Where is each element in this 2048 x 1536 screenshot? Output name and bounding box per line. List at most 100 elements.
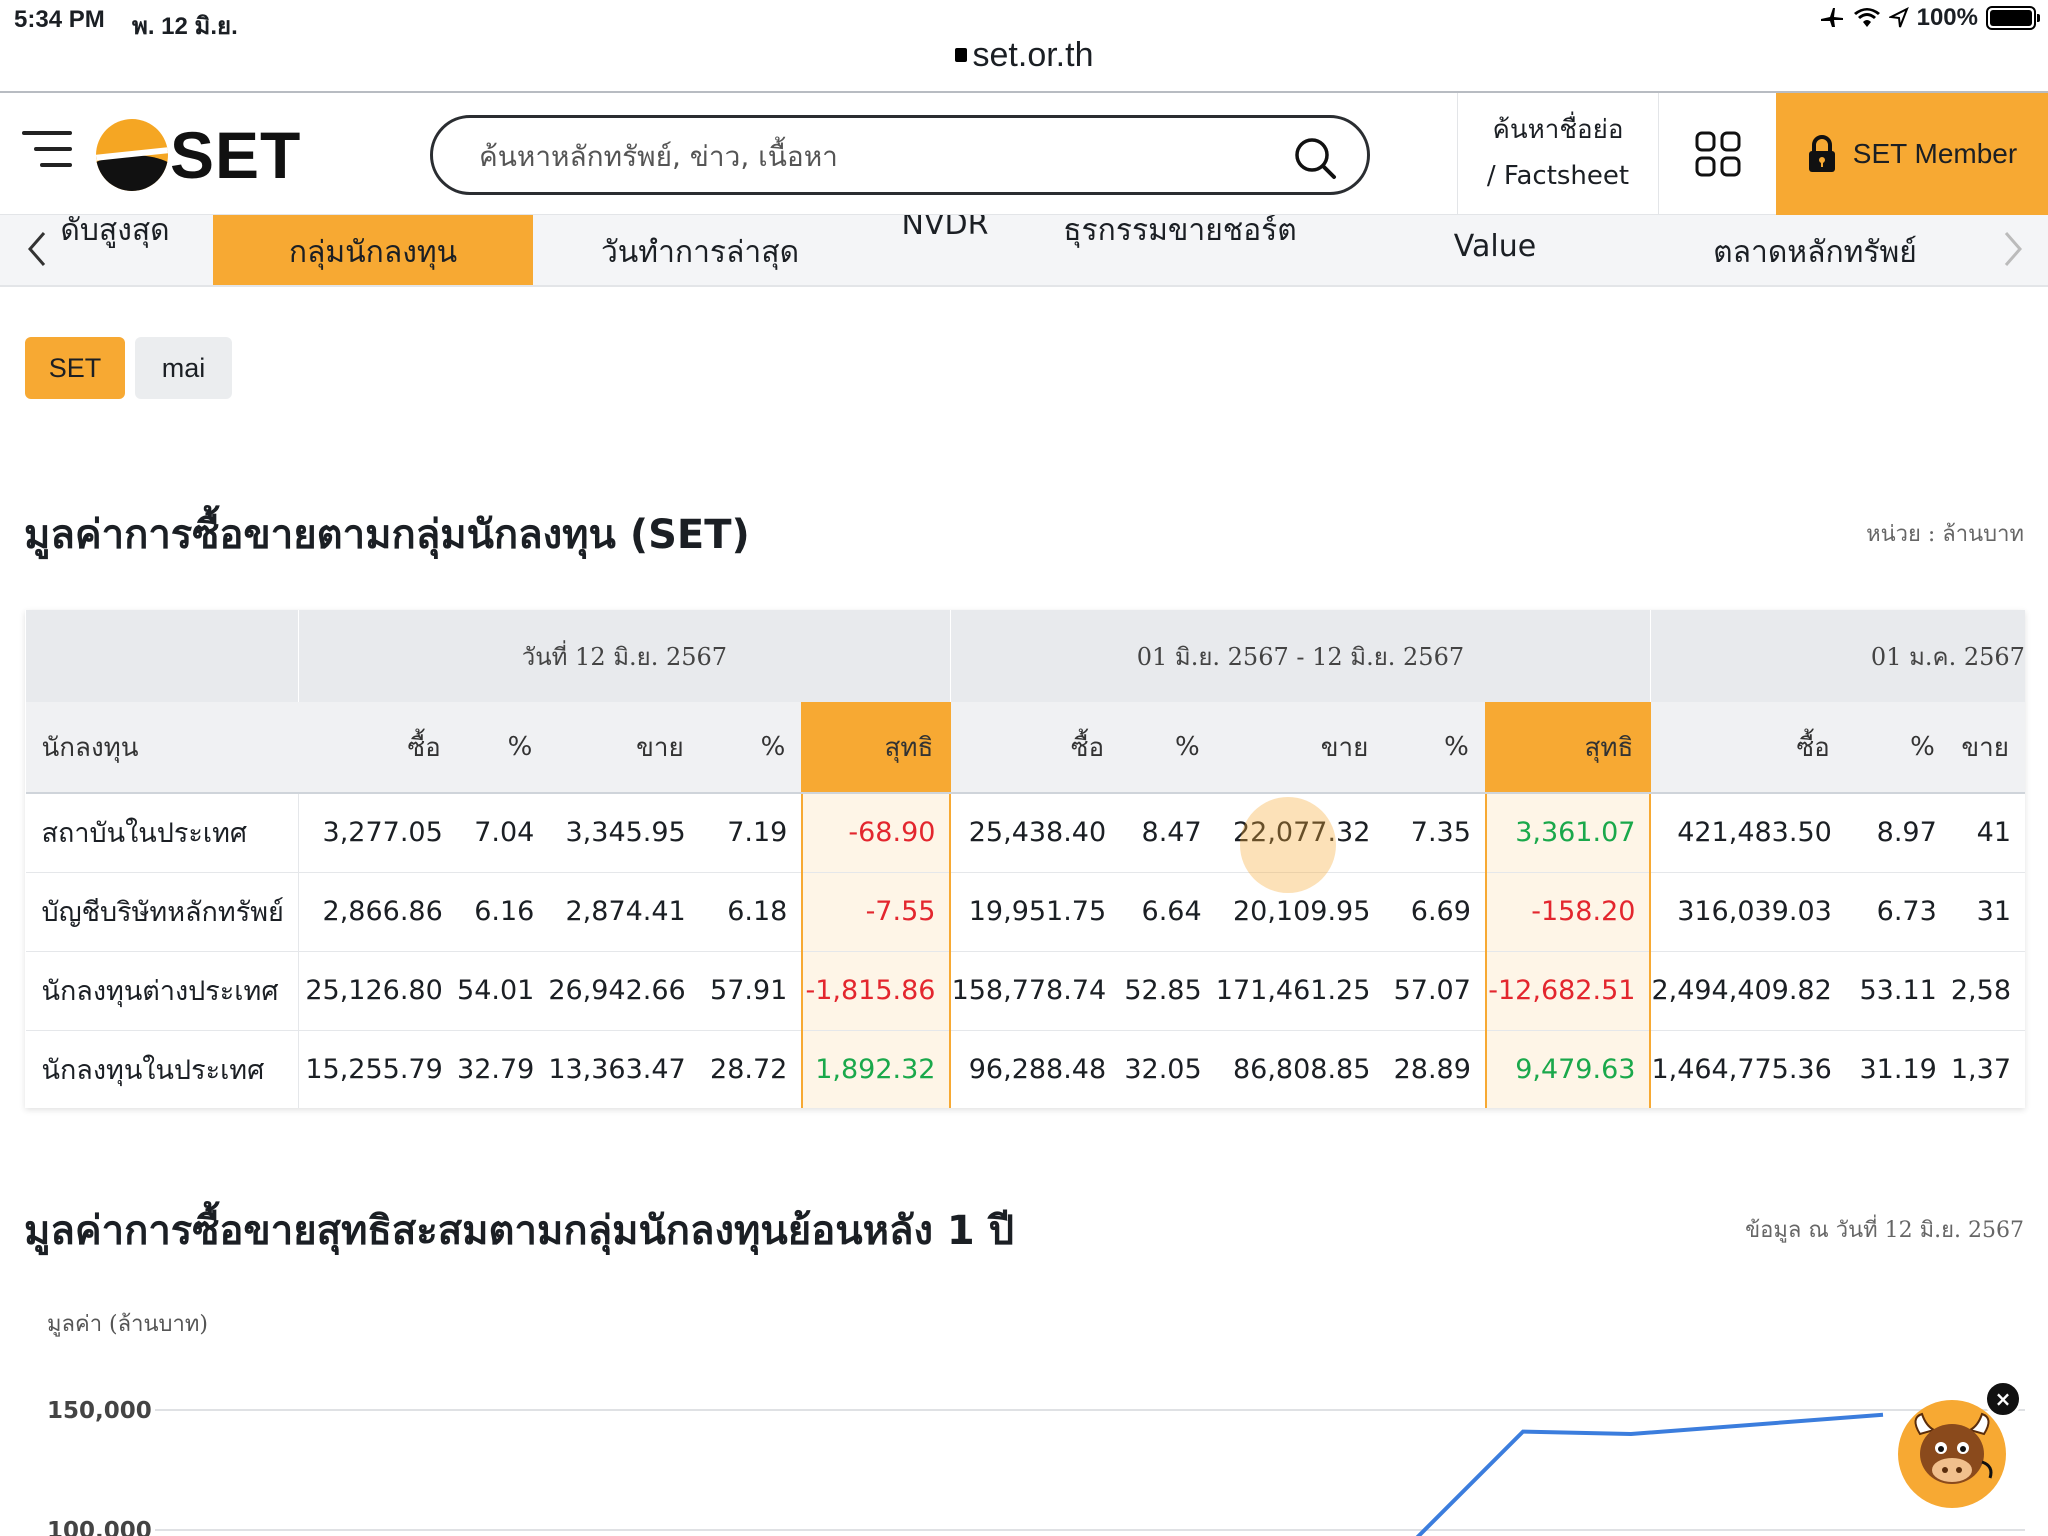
factsheet-line2: / Factsheet <box>1486 161 1630 191</box>
tab-latest-day[interactable]: วันทำการล่าสุด <box>560 215 840 285</box>
tab-label: NVDR <box>901 215 989 242</box>
url-bar[interactable]: set.or.th <box>0 36 2048 92</box>
value-cell: 6.73 <box>1845 872 1951 952</box>
value-cell: 57.91 <box>699 951 803 1031</box>
value-cell: 54.01 <box>456 951 549 1031</box>
lock-icon <box>954 48 967 63</box>
value-cell: 15,255.79 <box>298 1030 457 1108</box>
investor-name-cell: นักลงทุนต่างประเทศ <box>25 951 299 1031</box>
tab-label: กลุ่มนักลงทุน <box>288 235 458 270</box>
col-buy-pct: % <box>1845 702 1951 794</box>
investor-name-cell: สถาบันในประเทศ <box>25 793 299 873</box>
tab-short-sell[interactable]: ธุรกรรมขายชอร์ต <box>1040 215 1320 285</box>
value-cell: 19,951.75 <box>950 872 1121 952</box>
url-text: set.or.th <box>972 36 1094 74</box>
site-header: SET ค้นหาชื่อย่อ / Factsheet SET Member <box>0 93 2048 215</box>
table-section-title: มูลค่าการซื้อขายตามกลุ่มนักลงทุน (SET) <box>24 512 750 558</box>
net-value-cell: -1,815.86 <box>801 951 952 1031</box>
table-row[interactable]: บัญชีบริษัทหลักทรัพย์ 2,866.86 6.16 2,874.4… <box>25 872 2025 952</box>
value-cell: 25,438.40 <box>950 793 1121 873</box>
table-body: สถาบันในประเทศ 3,277.05 7.04 3,345.95 7.19 -6… <box>25 793 2025 1108</box>
col-buy-pct: % <box>1120 702 1216 794</box>
chatbot-close-button[interactable]: × <box>1984 1380 2022 1418</box>
battery-percent: 100% <box>1916 4 1978 31</box>
mascot-icon <box>1914 1412 1993 1484</box>
search-icon[interactable] <box>1293 136 1337 180</box>
chevron-right-icon[interactable] <box>1998 227 2028 271</box>
factsheet-line1: ค้นหาชื่อย่อ <box>1492 115 1624 145</box>
value-cell: 8.47 <box>1120 793 1216 873</box>
grid-icon <box>1695 131 1741 177</box>
tab-label: วันทำการล่าสุด <box>600 235 800 270</box>
col-buy: ซื้อ <box>950 702 1121 794</box>
apps-grid-button[interactable] <box>1660 93 1776 215</box>
value-cell: 13,363.47 <box>548 1030 700 1108</box>
factsheet-search-button[interactable]: ค้นหาชื่อย่อ / Factsheet <box>1457 93 1659 215</box>
tab-label: ดับสูงสุด <box>60 215 170 248</box>
value-cell: 32.79 <box>456 1030 549 1108</box>
chart-plot <box>155 1409 2025 1536</box>
value-cell: 2,494,409.82 <box>1650 951 1846 1031</box>
tab-bar: ดับสูงสุด กลุ่มนักลงทุน วันทำการล่าสุด N… <box>0 215 2048 287</box>
set-member-button[interactable]: SET Member <box>1776 93 2048 215</box>
value-cell: 31.19 <box>1845 1030 1951 1108</box>
wifi-icon <box>1853 8 1880 27</box>
col-sell: ขาย <box>548 702 700 794</box>
value-cell: 1,37 <box>1950 1030 2025 1108</box>
value-cell: 6.16 <box>456 872 549 952</box>
market-set-button[interactable]: SET <box>25 337 125 399</box>
value-cell: 7.19 <box>699 793 803 873</box>
col-sell-pct: % <box>1384 702 1486 794</box>
value-cell: 2,58 <box>1950 951 2025 1031</box>
market-mai-button[interactable]: mai <box>135 337 232 399</box>
set-logo-text: SET <box>170 118 302 192</box>
group-header-month: 01 มิ.ย. 2567 - 12 มิ.ย. 2567 <box>949 610 1651 702</box>
set-logo[interactable]: SET <box>96 115 301 195</box>
group-header-ytd: 01 ม.ค. 2567 <box>1649 610 2025 702</box>
tab-value[interactable]: Value <box>1400 215 1590 285</box>
location-arrow-icon <box>1888 7 1909 28</box>
tab-label: ธุรกรรมขายชอร์ต <box>1063 215 1297 248</box>
col-investor: นักลงทุน <box>25 702 299 794</box>
col-sell: ขาย <box>1215 702 1385 794</box>
table-row[interactable]: นักลงทุนในประเทศ 15,255.79 32.79 13,363.47 2… <box>25 1030 2025 1108</box>
status-bar: 5:34 PM พ. 12 มิ.ย. 100% <box>0 0 2048 40</box>
chart-section-title: มูลค่าการซื้อขายสุทธิสะสมตามกลุ่มนักลงทุ… <box>24 1208 1015 1254</box>
investor-table-grid: วันที่ 12 มิ.ย. 2567 01 มิ.ย. 2567 - 12 … <box>25 610 2025 1108</box>
net-value-cell: -68.90 <box>801 793 952 873</box>
chart-series-line <box>1415 1412 1884 1536</box>
tab-highest[interactable]: ดับสูงสุด <box>50 215 180 285</box>
group-header-empty <box>25 610 299 702</box>
value-cell: 7.04 <box>456 793 549 873</box>
value-cell: 96,288.48 <box>950 1030 1121 1108</box>
value-cell: 31 <box>1950 872 2025 952</box>
chevron-left-icon[interactable] <box>22 227 52 271</box>
net-value-cell: 9,479.63 <box>1484 1030 1652 1108</box>
col-sell: ขาย <box>1950 702 2025 794</box>
value-cell: 52.85 <box>1120 951 1216 1031</box>
table-column-header-row: นักลงทุน ซื้อ % ขาย % สุทธิ ซื้อ % ขาย %… <box>25 702 2025 794</box>
tab-label: Value <box>1453 229 1537 264</box>
search-input[interactable] <box>479 136 1259 176</box>
value-cell: 3,345.95 <box>548 793 700 873</box>
lock-icon <box>1808 135 1835 172</box>
group-header-day: วันที่ 12 มิ.ย. 2567 <box>297 610 951 702</box>
tab-exchange[interactable]: ตลาดหลักทรัพย์ <box>1680 215 1950 285</box>
col-net: สุทธิ <box>1484 702 1652 794</box>
value-cell: 171,461.25 <box>1215 951 1385 1031</box>
col-net: สุทธิ <box>801 702 952 794</box>
chatbot-button[interactable] <box>1898 1400 2006 1508</box>
value-cell: 28.72 <box>699 1030 803 1108</box>
col-buy-pct: % <box>456 702 549 794</box>
menu-icon[interactable] <box>22 131 72 171</box>
net-value-cell: 3,361.07 <box>1484 793 1652 873</box>
table-row[interactable]: สถาบันในประเทศ 3,277.05 7.04 3,345.95 7.19 -6… <box>25 793 2025 873</box>
tab-investor-group[interactable]: กลุ่มนักลงทุน <box>213 215 533 285</box>
investor-name-cell: นักลงทุนในประเทศ <box>25 1030 299 1108</box>
value-cell: 28.89 <box>1384 1030 1486 1108</box>
tab-nvdr[interactable]: NVDR <box>870 215 1020 285</box>
table-row[interactable]: นักลงทุนต่างประเทศ 25,126.80 54.01 26,942.6… <box>25 951 2025 1031</box>
tab-label: ตลาดหลักทรัพย์ <box>1713 235 1917 270</box>
status-time: 5:34 PM <box>14 6 105 33</box>
value-cell: 6.64 <box>1120 872 1216 952</box>
